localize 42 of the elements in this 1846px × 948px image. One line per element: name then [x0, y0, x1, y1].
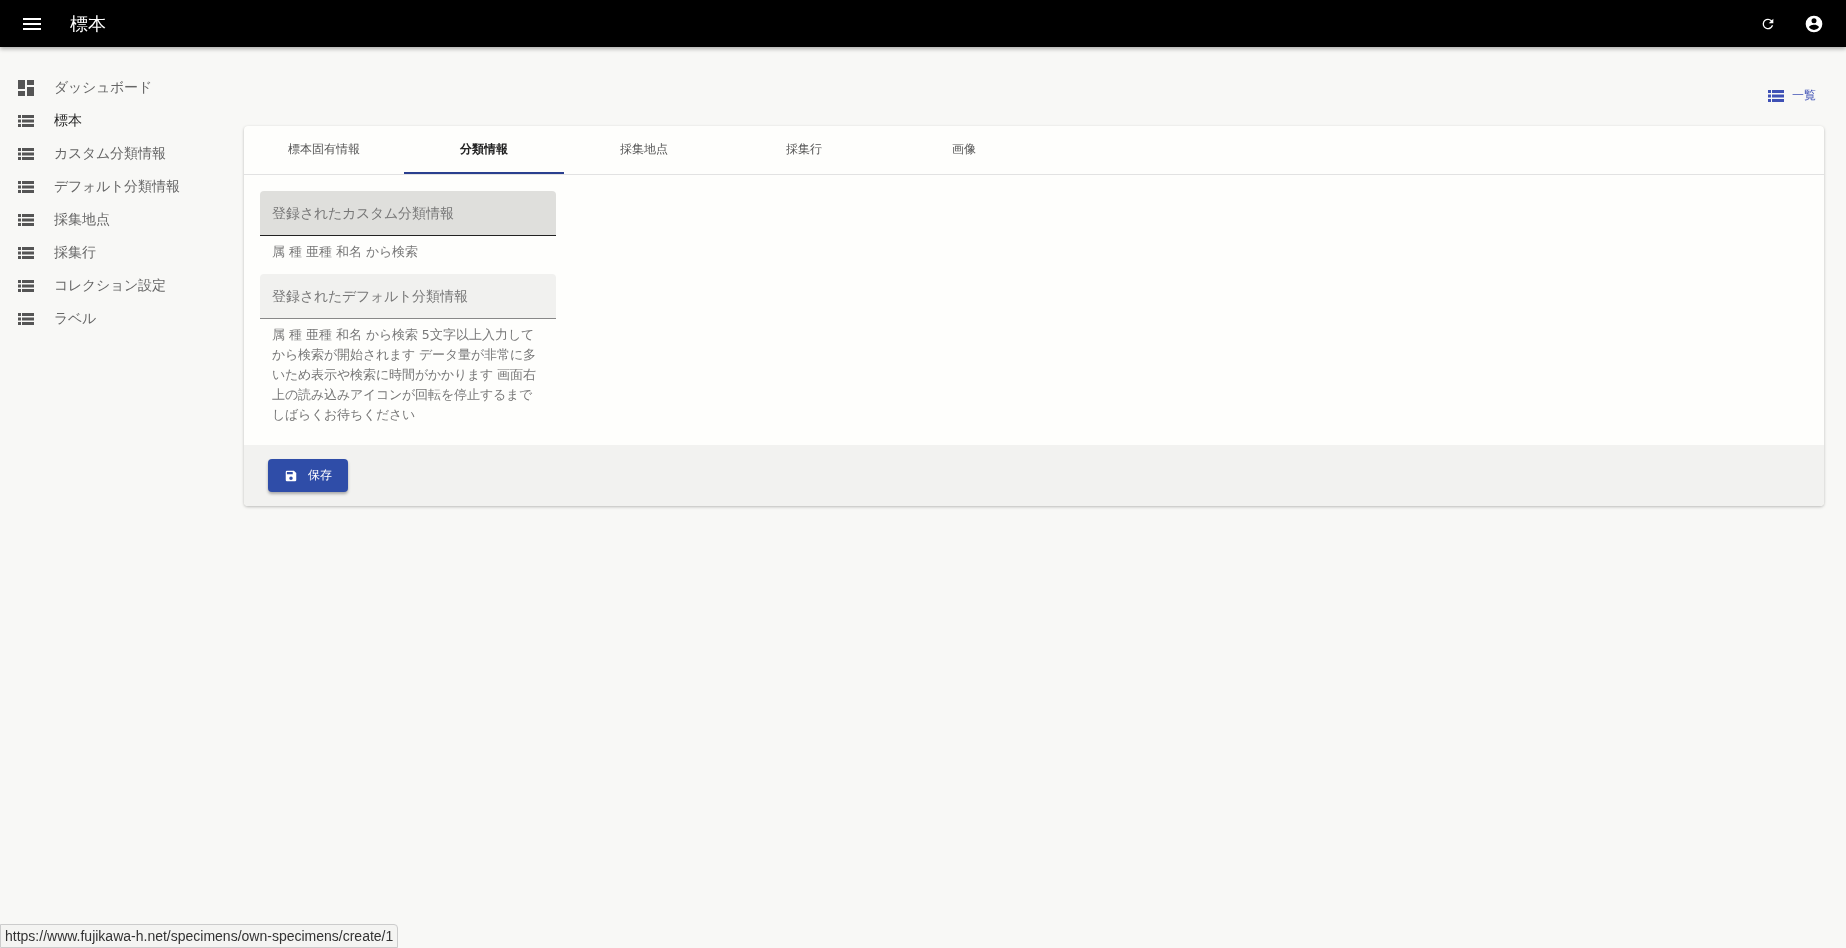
helper-text: 属 種 亜種 和名 から検索 — [272, 243, 419, 261]
list-icon — [1768, 89, 1784, 102]
list-icon — [18, 213, 34, 226]
tab[interactable]: 分類情報 — [404, 126, 564, 174]
list-icon — [18, 180, 34, 193]
save-button[interactable]: 保存 — [268, 459, 348, 492]
list-icon — [18, 147, 34, 160]
sidebar-label: 採集地点 — [54, 210, 110, 229]
sidebar-item[interactable]: 採集地点 — [0, 203, 228, 236]
list-icon — [18, 279, 34, 292]
menu-icon — [23, 17, 41, 30]
app-title: 標本 — [70, 11, 107, 36]
sidebar-item[interactable]: ダッシュボード — [0, 71, 228, 104]
search-field[interactable]: 登録されたデフォルト分類情報 — [260, 274, 556, 319]
dashboard-icon — [18, 79, 34, 96]
tab[interactable]: 採集行 — [724, 126, 884, 174]
list-link[interactable]: 一覧 — [1768, 87, 1816, 104]
sidebar-label: 標本 — [54, 111, 82, 130]
list-icon — [18, 246, 34, 259]
sidebar-label: ダッシュボード — [54, 78, 152, 97]
helper-text: 属 種 亜種 和名 から検索 5文字以上入力してから検索が開始されます データ量が非常に多いため表示や検索に時間がかかります 画面右上の読み込みアイコンが回転を停止するまでしばらくお待ちください — [272, 326, 537, 424]
sidebar-item[interactable]: 採集行 — [0, 236, 228, 269]
search-field[interactable]: 登録されたカスタム分類情報 — [260, 191, 556, 236]
sidebar-item[interactable]: コレクション設定 — [0, 269, 228, 302]
save-icon — [284, 468, 298, 483]
account-icon — [1804, 13, 1824, 34]
status-url: https://www.fujikawa-h.net/specimens/own-specimens/create/1 — [0, 924, 399, 948]
sidebar-item[interactable]: カスタム分類情報 — [0, 137, 228, 170]
sidebar-label: カスタム分類情報 — [54, 144, 166, 163]
sidebar-label: 採集行 — [54, 243, 96, 262]
sidebar-label: コレクション設定 — [54, 276, 166, 295]
sidebar-item[interactable]: ラベル — [0, 302, 228, 335]
tab[interactable]: 採集地点 — [564, 126, 724, 174]
sidebar-label: デフォルト分類情報 — [54, 177, 180, 196]
sidebar-label: ラベル — [54, 309, 96, 328]
list-icon — [18, 312, 34, 325]
sidebar-item[interactable]: デフォルト分類情報 — [0, 170, 228, 203]
list-icon — [18, 114, 34, 127]
sidebar-item[interactable]: 標本 — [0, 104, 228, 137]
tab[interactable]: 画像 — [884, 126, 1044, 174]
list-link-label: 一覧 — [1792, 87, 1816, 104]
tab[interactable]: 標本固有情報 — [244, 126, 404, 174]
